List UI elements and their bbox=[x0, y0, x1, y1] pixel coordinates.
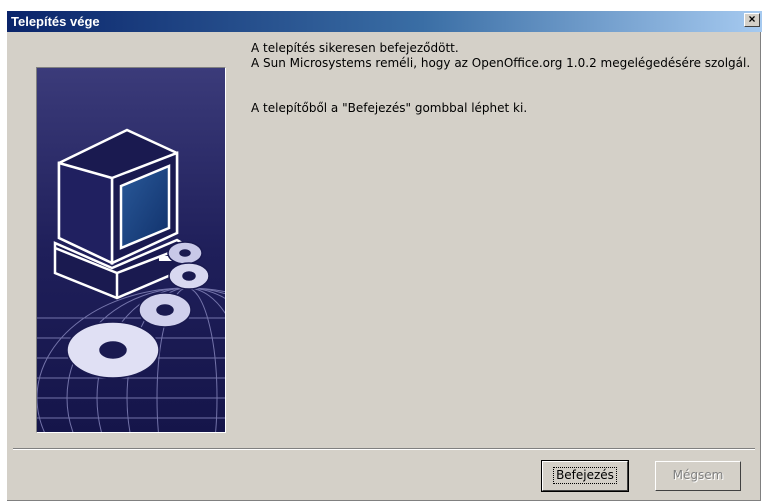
installer-dialog: Telepítés vége × A telepítés sikeresen b… bbox=[6, 10, 762, 501]
message-thanks: A Sun Microsystems reméli, hogy az OpenO… bbox=[251, 56, 751, 70]
finish-button-label: Befejezés bbox=[553, 467, 617, 484]
close-icon: × bbox=[748, 12, 756, 26]
cancel-button-label: Mégsem bbox=[672, 468, 724, 482]
illustration-panel bbox=[36, 67, 226, 433]
cancel-button[interactable]: Mégsem bbox=[655, 461, 741, 491]
finish-button[interactable]: Befejezés bbox=[541, 460, 629, 492]
separator bbox=[13, 448, 755, 450]
message-success: A telepítés sikeresen befejeződött. bbox=[251, 41, 459, 55]
title-bar[interactable]: Telepítés vége × bbox=[7, 11, 762, 32]
close-button[interactable]: × bbox=[744, 13, 760, 27]
window-title: Telepítés vége bbox=[11, 14, 100, 29]
message-exit-hint: A telepítőből a "Befejezés" gombbal léph… bbox=[251, 101, 528, 115]
message-area: A telepítés sikeresen befejeződött. A Su… bbox=[251, 41, 761, 116]
computer-discs-globe-illustration bbox=[37, 68, 225, 432]
